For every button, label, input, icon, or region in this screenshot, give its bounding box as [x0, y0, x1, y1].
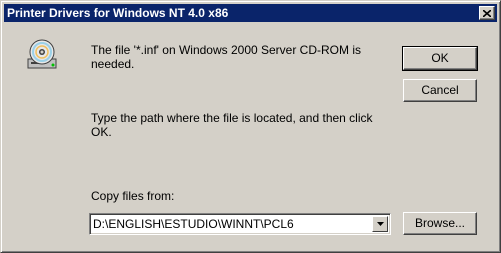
- window-title: Printer Drivers for Windows NT 4.0 x86: [7, 6, 229, 20]
- copy-files-from-value[interactable]: D:\ENGLISH\ESTUDIO\WINNT\PCL6: [93, 217, 294, 231]
- ok-button[interactable]: OK: [402, 46, 478, 71]
- missing-file-message: The file '*.inf' on Windows 2000 Server …: [91, 43, 362, 71]
- close-icon: [483, 9, 491, 17]
- chevron-down-icon: [376, 222, 384, 226]
- dropdown-button[interactable]: [372, 216, 388, 232]
- browse-button[interactable]: Browse...: [403, 212, 477, 235]
- cd-rom-icon: [27, 39, 57, 69]
- title-bar[interactable]: Printer Drivers for Windows NT 4.0 x86: [4, 4, 497, 22]
- close-button[interactable]: [479, 6, 495, 20]
- instruction-message: Type the path where the file is located,…: [91, 111, 373, 139]
- copy-files-from-combobox[interactable]: D:\ENGLISH\ESTUDIO\WINNT\PCL6: [89, 213, 391, 235]
- cancel-button[interactable]: Cancel: [403, 79, 477, 102]
- printer-drivers-dialog: Printer Drivers for Windows NT 4.0 x86 T…: [0, 0, 501, 253]
- copy-files-from-label: Copy files from:: [91, 189, 175, 203]
